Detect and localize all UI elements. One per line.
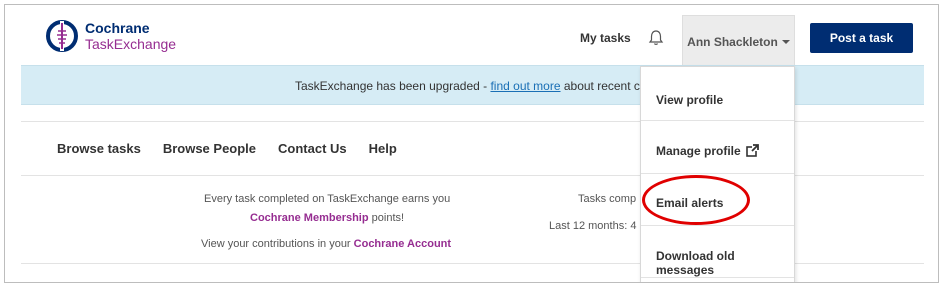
- logo-line2: TaskExchange: [85, 36, 177, 52]
- my-tasks-link[interactable]: My tasks: [580, 31, 631, 45]
- download-old-messages-label: Download old messages: [656, 249, 735, 277]
- stats-heading: Tasks comp: [578, 193, 637, 205]
- menu-divider: [641, 225, 794, 226]
- info-text-line2: Cochrane Membership points!: [250, 212, 404, 224]
- cochrane-logo-icon: [46, 20, 78, 52]
- menu-divider: [641, 173, 794, 174]
- menu-item-download-old-messages[interactable]: Download old messages: [641, 249, 794, 277]
- logo-line1: Cochrane: [85, 20, 150, 36]
- user-menu-toggle[interactable]: Ann Shackleton: [682, 15, 795, 67]
- user-name: Ann Shackleton: [687, 34, 778, 49]
- cochrane-logo[interactable]: Cochrane TaskExchange: [45, 19, 176, 53]
- info-line3-prefix: View your contributions in your: [201, 238, 354, 250]
- stats-last-12-months: Last 12 months: 4: [549, 220, 637, 232]
- menu-item-view-profile[interactable]: View profile: [641, 93, 794, 107]
- manage-profile-label: Manage profile: [656, 144, 741, 158]
- banner-prefix: TaskExchange has been upgraded -: [295, 79, 491, 93]
- nav-help[interactable]: Help: [369, 141, 397, 156]
- nav-browse-tasks[interactable]: Browse tasks: [57, 141, 141, 156]
- info-text-line3: View your contributions in your Cochrane…: [201, 238, 451, 250]
- menu-divider: [641, 277, 794, 278]
- menu-item-manage-profile[interactable]: Manage profile: [641, 144, 794, 158]
- post-task-button[interactable]: Post a task: [810, 23, 913, 53]
- info-text-line1: Every task completed on TaskExchange ear…: [204, 193, 451, 205]
- logo-text: Cochrane TaskExchange: [85, 20, 176, 52]
- points-text: points!: [368, 212, 405, 224]
- view-profile-label: View profile: [656, 93, 724, 107]
- banner-text: TaskExchange has been upgraded - find ou…: [295, 79, 661, 93]
- external-link-icon: [746, 144, 760, 157]
- bell-icon[interactable]: [647, 29, 665, 47]
- main-nav: Browse tasks Browse People Contact Us He…: [57, 141, 419, 156]
- user-dropdown-menu: View profile Manage profile Email alerts…: [640, 66, 795, 282]
- nav-contact-us[interactable]: Contact Us: [278, 141, 347, 156]
- membership-link[interactable]: Cochrane Membership: [250, 212, 369, 224]
- page-frame: Cochrane TaskExchange My tasks Ann Shack…: [4, 4, 939, 283]
- cochrane-account-link[interactable]: Cochrane Account: [354, 238, 451, 250]
- highlight-circle-annotation: [642, 175, 750, 225]
- find-out-more-link[interactable]: find out more: [490, 79, 560, 93]
- menu-divider: [641, 120, 794, 121]
- nav-browse-people[interactable]: Browse People: [163, 141, 256, 156]
- caret-down-icon: [781, 39, 790, 44]
